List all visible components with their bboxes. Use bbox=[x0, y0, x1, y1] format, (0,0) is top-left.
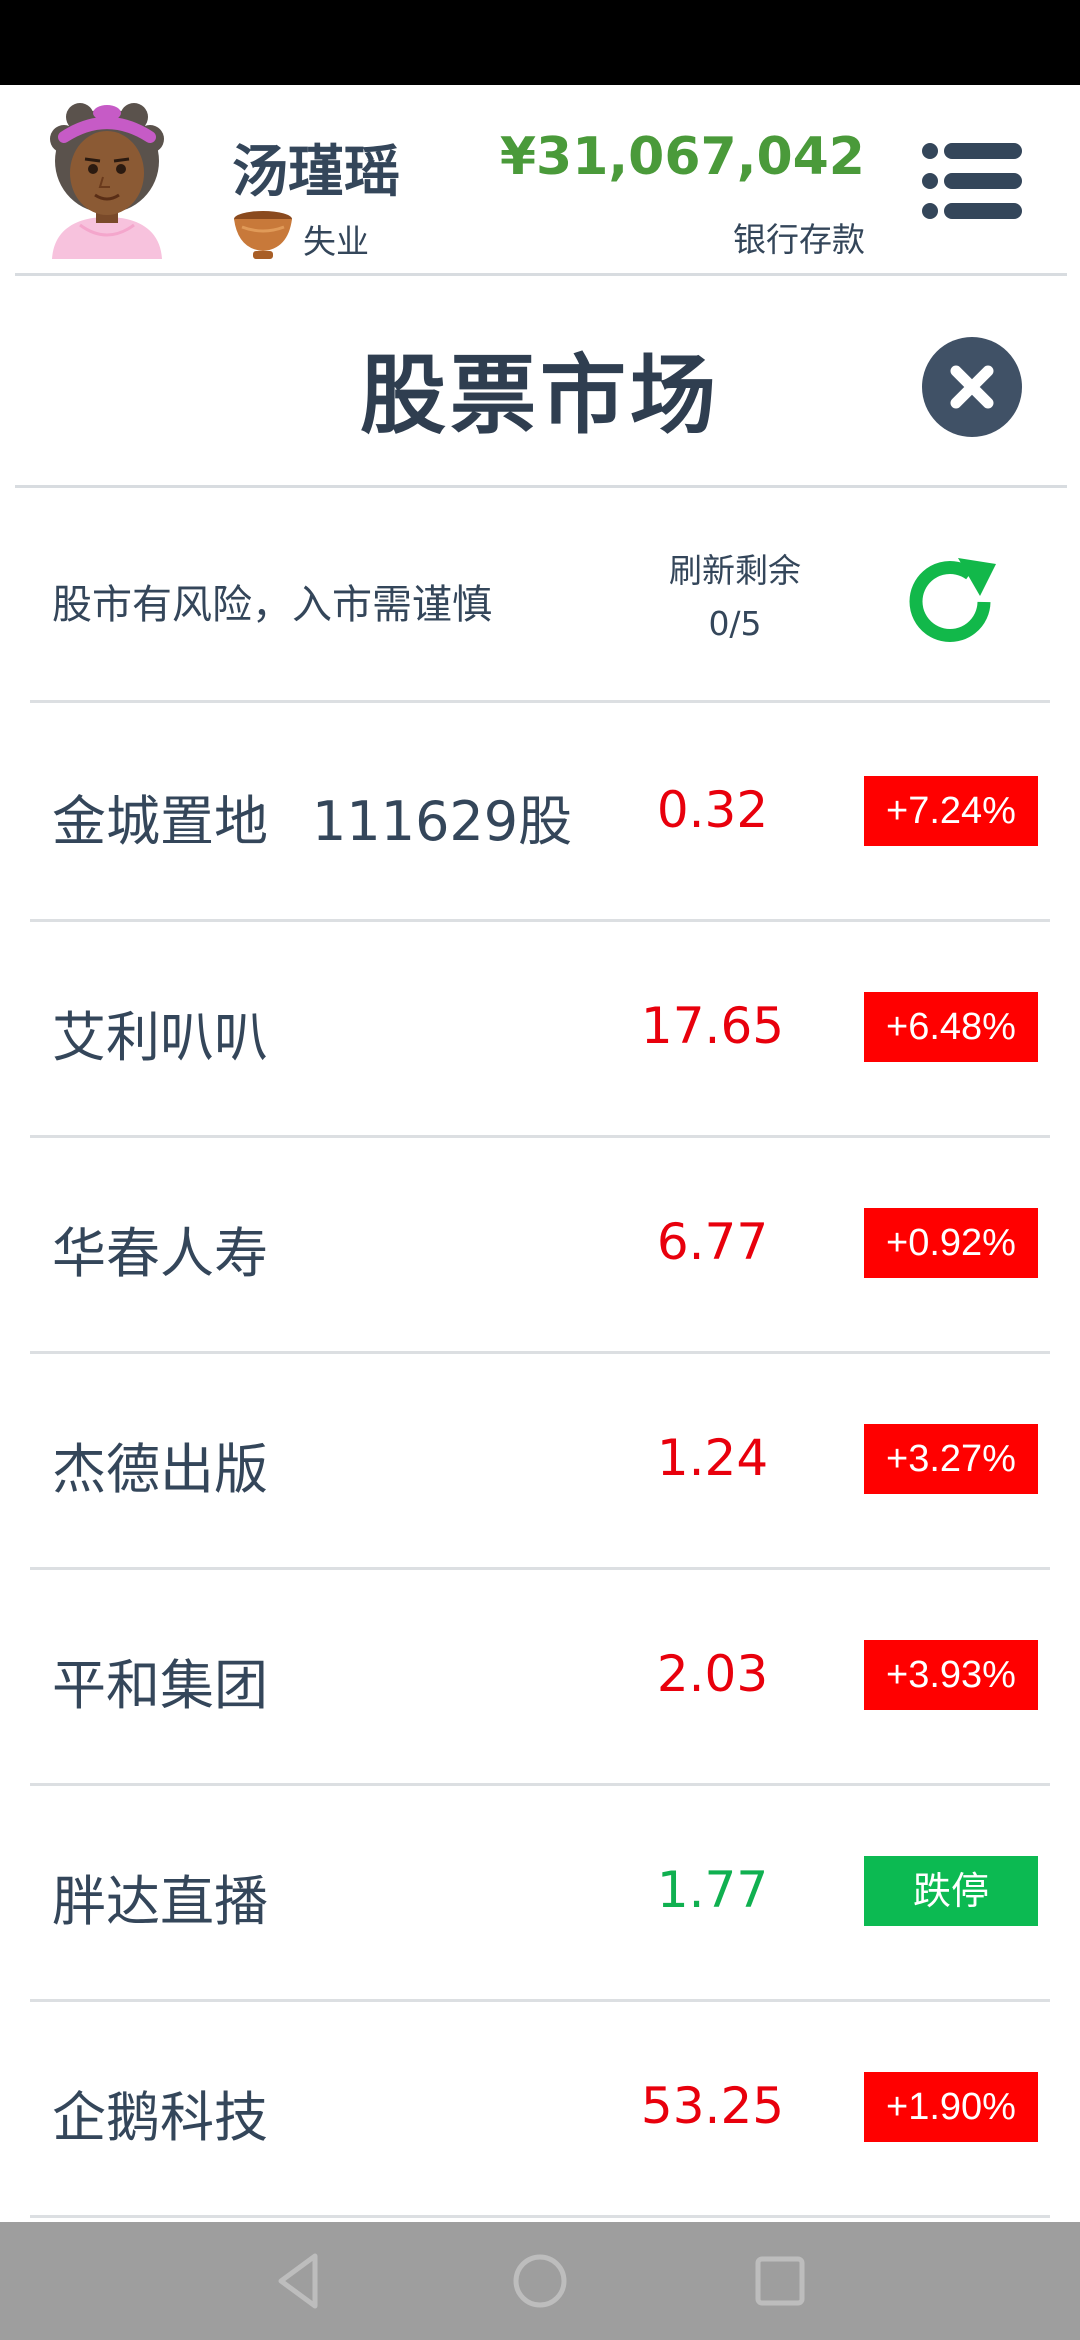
stock-name: 华春人寿 bbox=[52, 1222, 268, 1285]
stock-name: 艾利叭叭 bbox=[52, 1006, 268, 1069]
stock-change-badge: +3.27% bbox=[864, 1424, 1038, 1494]
bowl-icon bbox=[234, 211, 292, 259]
title-divider bbox=[15, 485, 1067, 488]
system-nav-bar bbox=[0, 2222, 1080, 2340]
stock-name: 金城置地 bbox=[52, 790, 268, 853]
stock-row[interactable]: 杰德出版 1.24 +3.27% bbox=[0, 1351, 1080, 1570]
stock-row[interactable]: 胖达直播 1.77 跌停 bbox=[0, 1783, 1080, 2002]
stock-change-badge: +7.24% bbox=[864, 776, 1038, 846]
stock-row[interactable]: 平和集团 2.03 +3.93% bbox=[0, 1567, 1080, 1786]
stock-price: 53.25 bbox=[640, 2077, 785, 2135]
stock-price: 17.65 bbox=[640, 997, 785, 1055]
stock-name: 企鹅科技 bbox=[52, 2086, 268, 2149]
stock-row[interactable]: 华春人寿 6.77 +0.92% bbox=[0, 1135, 1080, 1354]
stock-change-badge: +0.92% bbox=[864, 1208, 1038, 1278]
job-label: 失业 bbox=[303, 222, 369, 261]
bank-balance-label: 银行存款 bbox=[733, 220, 865, 259]
risk-warning: 股市有风险，入市需谨慎 bbox=[52, 582, 492, 628]
close-icon bbox=[950, 365, 994, 409]
refresh-icon[interactable] bbox=[900, 552, 1000, 652]
stock-shares-held: 111629股 bbox=[312, 790, 573, 853]
stock-change-badge: 跌停 bbox=[864, 1856, 1038, 1926]
menu-icon[interactable] bbox=[920, 141, 1024, 221]
avatar-icon[interactable] bbox=[40, 99, 175, 259]
header-divider bbox=[15, 273, 1067, 276]
stock-price: 2.03 bbox=[656, 1645, 769, 1703]
stock-change-badge: +1.90% bbox=[864, 2072, 1038, 2142]
stock-price: 6.77 bbox=[656, 1213, 769, 1271]
stock-name: 平和集团 bbox=[52, 1654, 268, 1717]
close-button[interactable] bbox=[922, 337, 1022, 437]
bank-balance: ¥31,067,042 bbox=[499, 127, 865, 187]
stock-row[interactable]: 企鹅科技 53.25 +1.90% bbox=[0, 1999, 1080, 2218]
player-name: 汤瑾瑶 bbox=[232, 140, 400, 205]
status-bar bbox=[0, 0, 1080, 85]
stock-change-badge: +6.48% bbox=[864, 992, 1038, 1062]
refresh-remaining-count: 0/5 bbox=[708, 604, 762, 643]
stock-price: 1.77 bbox=[656, 1861, 769, 1919]
stock-name: 杰德出版 bbox=[52, 1438, 268, 1501]
stock-price: 0.32 bbox=[656, 781, 769, 839]
back-icon[interactable] bbox=[265, 2246, 335, 2316]
stock-change-badge: +3.93% bbox=[864, 1640, 1038, 1710]
stock-row[interactable]: 艾利叭叭 17.65 +6.48% bbox=[0, 919, 1080, 1138]
row-divider bbox=[30, 2215, 1050, 2218]
refresh-remaining-label: 刷新剩余 bbox=[669, 551, 801, 590]
stock-row[interactable]: 金城置地 111629股 0.32 +7.24% bbox=[0, 703, 1080, 922]
stock-price: 1.24 bbox=[656, 1429, 769, 1487]
page-title: 股票市场 bbox=[360, 346, 720, 446]
player-header: 汤瑾瑶 失业 ¥31,067,042 银行存款 bbox=[0, 85, 1080, 275]
stock-name: 胖达直播 bbox=[52, 1870, 268, 1933]
home-icon[interactable] bbox=[505, 2246, 575, 2316]
stock-list: 金城置地 111629股 0.32 +7.24% 艾利叭叭 17.65 +6.48% 华春人寿… bbox=[0, 703, 1080, 2218]
recent-apps-icon[interactable] bbox=[745, 2246, 815, 2316]
